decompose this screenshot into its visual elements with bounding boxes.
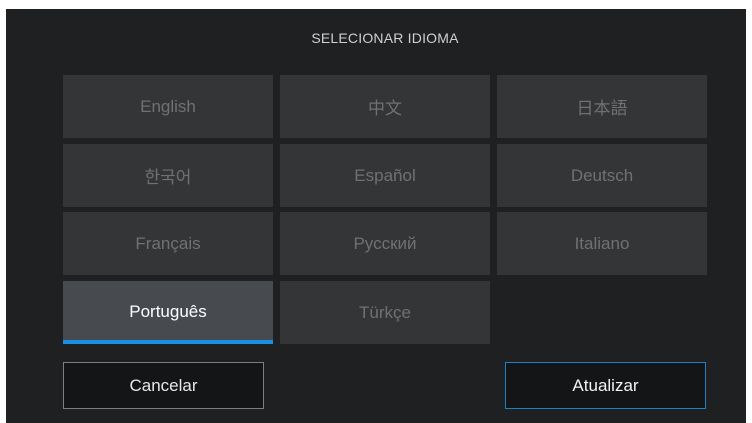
language-option-portuguese[interactable]: Português [63,281,273,344]
language-option-german[interactable]: Deutsch [497,144,707,207]
language-option-korean[interactable]: 한국어 [63,144,273,207]
language-option-italian[interactable]: Italiano [497,212,707,275]
language-label: Português [129,301,207,321]
language-option-english[interactable]: English [63,75,273,138]
cancel-button[interactable]: Cancelar [63,362,264,409]
update-button[interactable]: Atualizar [505,362,706,409]
cancel-button-label: Cancelar [129,375,198,395]
language-label: English [140,96,196,116]
dialog-title: SELECIONAR IDIOMA [311,30,459,46]
language-label: Deutsch [570,165,634,185]
language-option-chinese[interactable]: 中文 [280,75,490,138]
language-option-russian[interactable]: Русский [280,212,490,275]
language-label: 中文 [368,99,402,118]
language-option-french[interactable]: Français [63,212,273,275]
language-label: Türkçe [359,302,411,322]
language-label: Русский [353,233,417,253]
language-label: 한국어 [144,168,192,187]
language-option-japanese[interactable]: 日本語 [497,75,707,138]
language-option-turkish[interactable]: Türkçe [280,281,490,344]
language-label: Français [135,233,201,253]
language-label: 日本語 [576,99,628,118]
language-label: Italiano [574,233,630,253]
update-button-label: Atualizar [572,375,639,395]
language-option-spanish[interactable]: Español [280,144,490,207]
language-label: Español [354,165,416,185]
